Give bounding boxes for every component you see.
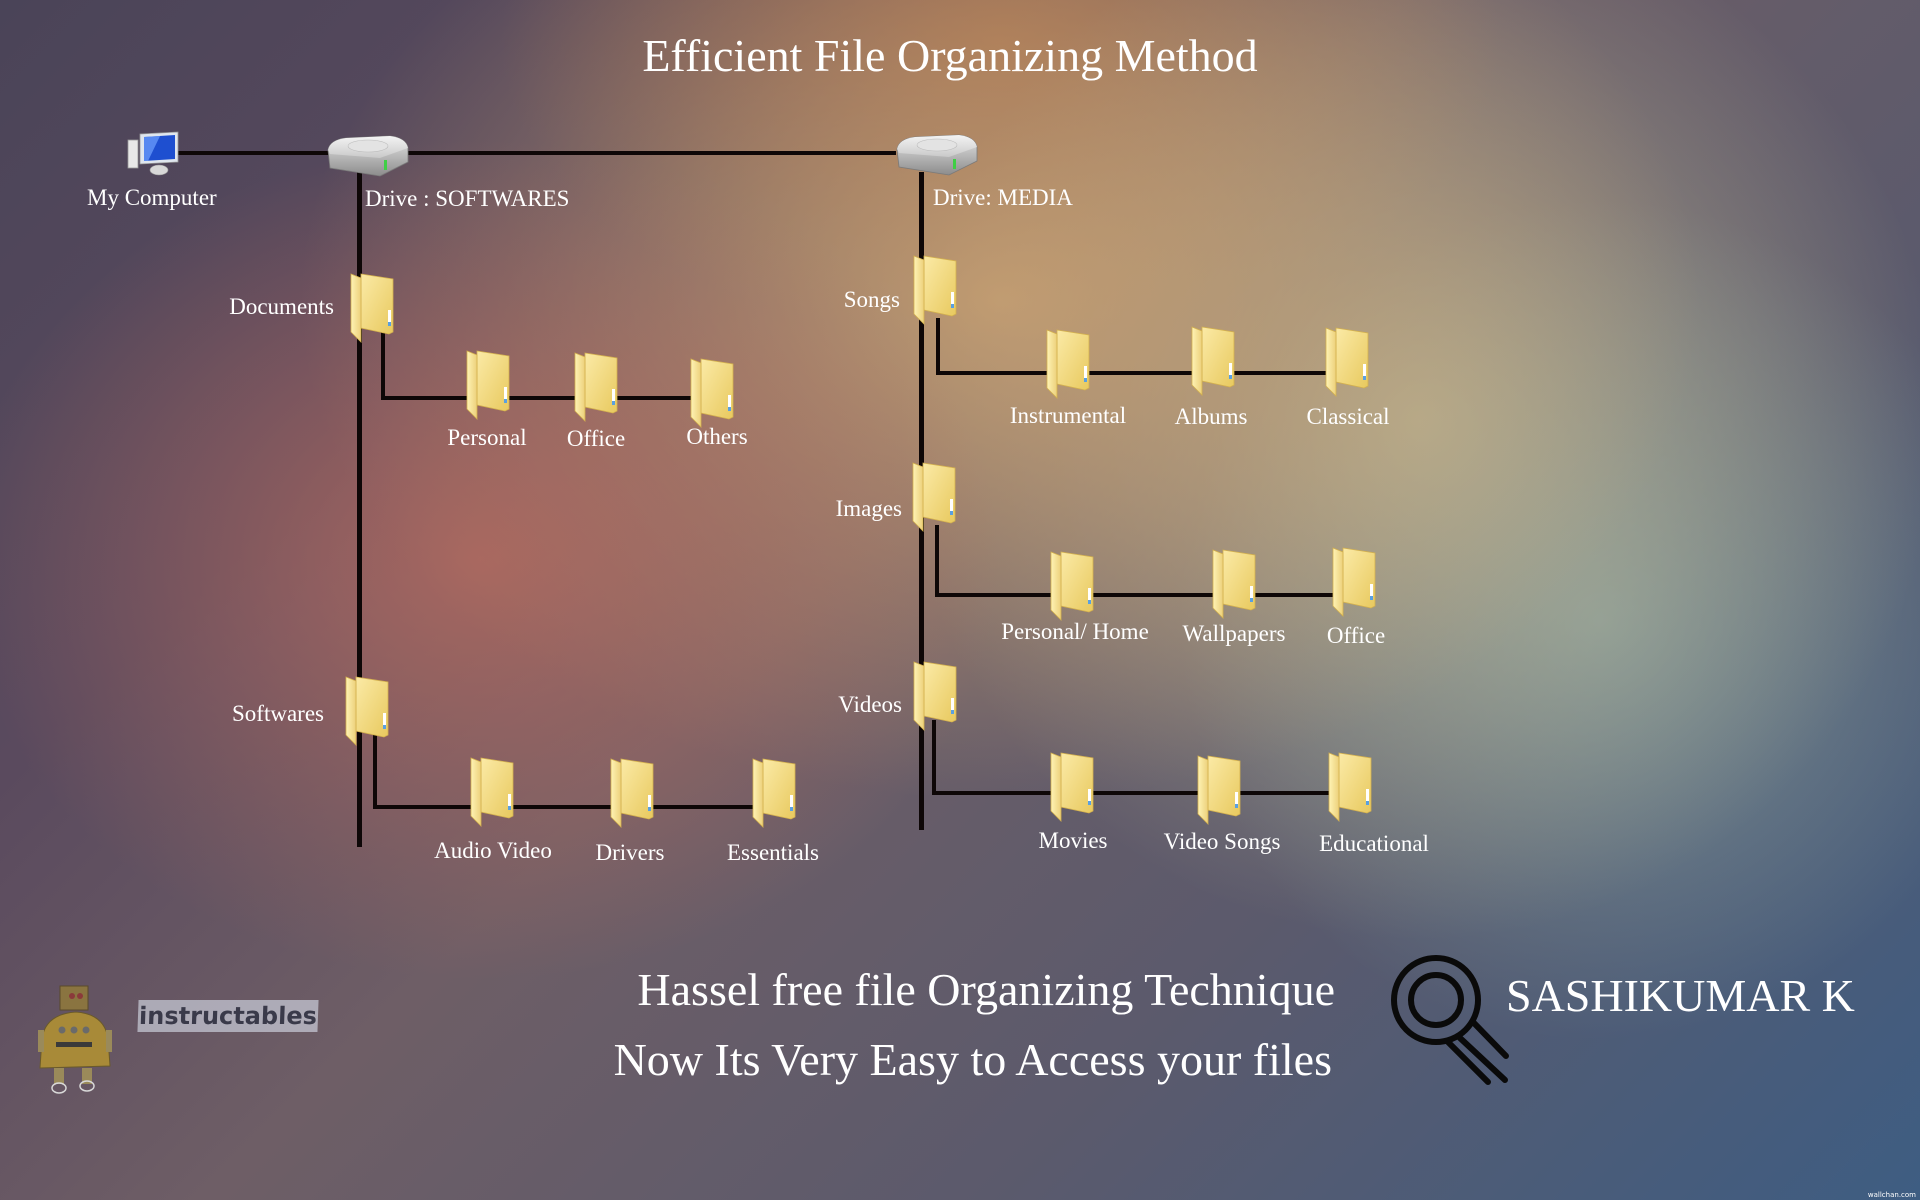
subfolder-label: Essentials [727, 840, 819, 865]
folder-label-images: Images [835, 496, 902, 521]
folder-icon[interactable] [1327, 751, 1373, 823]
folder-icon[interactable] [1211, 548, 1257, 620]
drive-label-media: Drive: MEDIA [933, 185, 1073, 210]
connector-images-branch-v [935, 525, 939, 597]
connector-softwares-branch-h [373, 805, 793, 809]
folder-icon[interactable] [465, 349, 511, 421]
folder-icon[interactable] [1196, 754, 1242, 826]
folder-label-videos: Videos [838, 692, 902, 717]
connector-documents-branch-h [381, 396, 733, 400]
watermark: wallchan.com [1867, 1191, 1916, 1199]
folder-icon[interactable] [1049, 550, 1095, 622]
root-label: My Computer [87, 185, 217, 210]
folder-icon[interactable] [349, 272, 395, 344]
subfolder-label: Educational [1319, 831, 1429, 856]
subfolder-label: Personal [447, 425, 527, 450]
connector-images-branch-h [935, 593, 1345, 597]
folder-icon[interactable] [911, 461, 957, 533]
folder-icon[interactable] [1045, 328, 1091, 400]
logo-text: instructables [137, 1000, 319, 1032]
folder-label-songs: Songs [843, 287, 900, 312]
subfolder-label: Movies [1038, 828, 1108, 853]
author-name: SASHIKUMAR K [1506, 970, 1855, 1021]
connector-root-to-drives [176, 151, 896, 155]
instructables-logo[interactable]: instructables [30, 978, 319, 1096]
folder-label-documents: Documents [229, 294, 334, 319]
connector-songs-branch-v [936, 318, 940, 375]
folder-label-softwares: Softwares [232, 701, 324, 726]
computer-icon[interactable] [126, 130, 180, 176]
connector-songs-branch-h [936, 371, 1346, 375]
subfolder-label: Albums [1174, 404, 1248, 429]
hard-drive-icon[interactable] [893, 131, 979, 177]
folder-icon[interactable] [573, 351, 619, 423]
tagline-line1: Hassel free file Organizing Technique [637, 964, 1335, 1015]
folder-icon[interactable] [344, 675, 390, 747]
hard-drive-icon[interactable] [324, 132, 410, 178]
folder-icon[interactable] [912, 660, 958, 732]
folder-icon[interactable] [1049, 751, 1095, 823]
subfolder-label: Classical [1306, 404, 1390, 429]
folder-icon[interactable] [609, 757, 655, 829]
subfolder-label: Video Songs [1163, 829, 1281, 854]
subfolder-label: Instrumental [1009, 403, 1127, 428]
connector-videos-branch-h [932, 791, 1344, 795]
subfolder-label: Drivers [595, 840, 665, 865]
subfolder-label: Office [1326, 623, 1386, 648]
subfolder-label: Office [566, 426, 626, 451]
folder-icon[interactable] [689, 357, 735, 429]
folder-icon[interactable] [1190, 325, 1236, 397]
drive-label-softwares: Drive : SOFTWARES [365, 186, 570, 211]
subfolder-label: Audio Video [434, 838, 552, 863]
robot-icon [38, 985, 112, 1094]
subfolder-label: Personal/ Home [1001, 619, 1149, 644]
folder-icon[interactable] [751, 757, 797, 829]
diagram-title: Efficient File Organizing Method [642, 30, 1258, 81]
tagline-line2: Now Its Very Easy to Access your files [613, 1034, 1332, 1085]
folder-icon[interactable] [912, 254, 958, 326]
folder-icon[interactable] [1331, 546, 1377, 618]
folder-icon[interactable] [469, 756, 515, 828]
subfolder-label: Others [686, 424, 748, 449]
magnifier-icon [1391, 955, 1509, 1085]
subfolder-label: Wallpapers [1182, 621, 1286, 646]
folder-icon[interactable] [1324, 326, 1370, 398]
